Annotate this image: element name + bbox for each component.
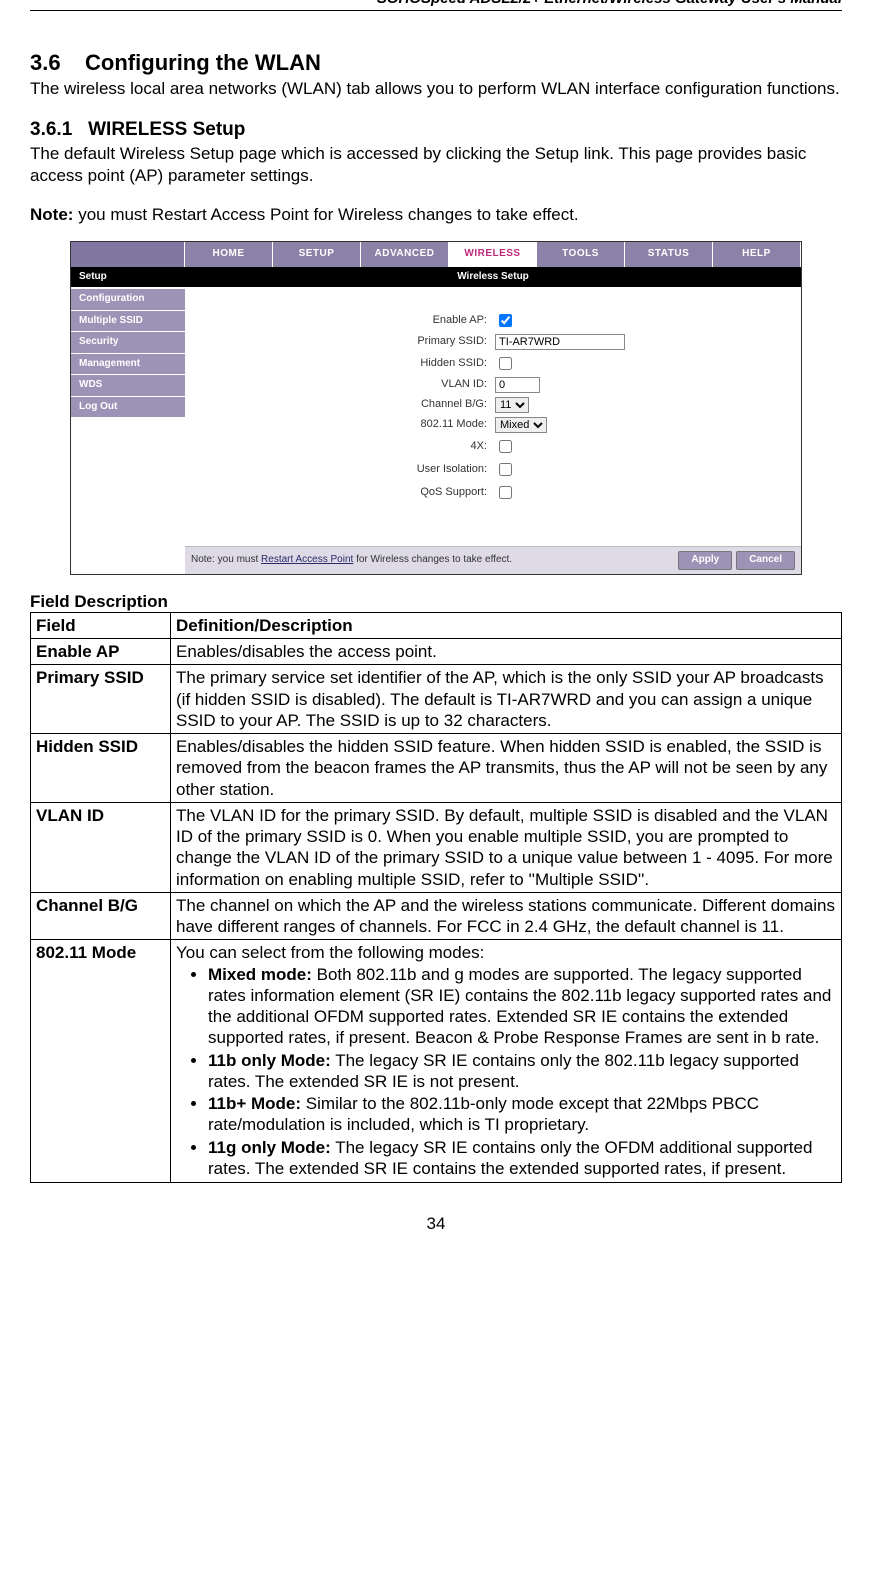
tab-home[interactable]: HOME: [185, 242, 273, 267]
cell-field: Enable AP: [31, 639, 171, 665]
table-row: Enable APEnables/disables the access poi…: [31, 639, 842, 665]
tab-tools[interactable]: TOOLS: [537, 242, 625, 267]
sidebar-header: Setup: [71, 267, 185, 288]
mode-select[interactable]: Mixed: [495, 417, 547, 433]
mode-title: Mixed mode:: [208, 965, 312, 984]
footer-note-prefix: Note: you must: [191, 554, 261, 565]
table-header-definition: Definition/Description: [171, 612, 842, 638]
mode-title: 11b+ Mode:: [208, 1094, 301, 1113]
hidden-ssid-checkbox[interactable]: [499, 357, 512, 370]
tab-spacer: [71, 242, 185, 267]
section-title: Configuring the WLAN: [85, 50, 321, 75]
sidebar-item-management[interactable]: Management: [71, 354, 185, 375]
table-header-field: Field: [31, 612, 171, 638]
channel-label: Channel B/G:: [195, 398, 495, 412]
cell-def: The VLAN ID for the primary SSID. By def…: [171, 802, 842, 892]
vlan-id-label: VLAN ID:: [195, 378, 495, 392]
table-row: VLAN IDThe VLAN ID for the primary SSID.…: [31, 802, 842, 892]
qos-label: QoS Support:: [195, 486, 495, 500]
apply-button[interactable]: Apply: [678, 551, 732, 570]
main-pane-title: Wireless Setup: [185, 267, 801, 288]
note-text: you must Restart Access Point for Wirele…: [78, 205, 578, 224]
footer-note-suffix: for Wireless changes to take effect.: [353, 554, 512, 565]
cell-def: The channel on which the AP and the wire…: [171, 892, 842, 940]
cell-def: You can select from the following modes:…: [171, 940, 842, 1183]
cell-def: Enables/disables the hidden SSID feature…: [171, 734, 842, 803]
table-row: Channel B/GThe channel on which the AP a…: [31, 892, 842, 940]
tab-setup[interactable]: SETUP: [273, 242, 361, 267]
mode-item: Mixed mode: Both 802.11b and g modes are…: [208, 964, 836, 1049]
qos-checkbox[interactable]: [499, 486, 512, 499]
table-row: Hidden SSIDEnables/disables the hidden S…: [31, 734, 842, 803]
cell-field: Hidden SSID: [31, 734, 171, 803]
primary-ssid-label: Primary SSID:: [195, 335, 495, 349]
main-pane: Wireless Setup Enable AP: Primary SSID: …: [185, 267, 801, 574]
enable-ap-label: Enable AP:: [195, 314, 495, 328]
cell-def: The primary service set identifier of th…: [171, 665, 842, 734]
cell-def: Enables/disables the access point.: [171, 639, 842, 665]
mode-item: 11g only Mode: The legacy SR IE contains…: [208, 1137, 836, 1180]
cell-field: 802.11 Mode: [31, 940, 171, 1183]
cell-field: VLAN ID: [31, 802, 171, 892]
mode-title: 11g only Mode:: [208, 1138, 331, 1157]
wireless-setup-screenshot: HOME SETUP ADVANCED WIRELESS TOOLS STATU…: [70, 241, 802, 575]
subsection-intro: The default Wireless Setup page which is…: [30, 143, 842, 186]
mode-item: 11b+ Mode: Similar to the 802.11b-only m…: [208, 1093, 836, 1136]
mode-title: 11b only Mode:: [208, 1051, 331, 1070]
tab-advanced[interactable]: ADVANCED: [361, 242, 449, 267]
sidebar-item-security[interactable]: Security: [71, 332, 185, 353]
section-heading: 3.6 Configuring the WLAN: [30, 49, 842, 77]
restart-access-point-link[interactable]: Restart Access Point: [261, 554, 353, 565]
subsection-heading: 3.6.1 WIRELESS Setup: [30, 118, 842, 142]
table-row: 802.11 Mode You can select from the foll…: [31, 940, 842, 1183]
sidebar: Setup Configuration Multiple SSID Securi…: [71, 267, 185, 574]
fourx-label: 4X:: [195, 440, 495, 454]
vlan-id-input[interactable]: [495, 377, 540, 393]
top-tab-bar: HOME SETUP ADVANCED WIRELESS TOOLS STATU…: [71, 242, 801, 267]
form-area: Enable AP: Primary SSID: Hidden SSID: VL…: [185, 287, 801, 546]
field-description-table: Field Definition/Description Enable APEn…: [30, 612, 842, 1183]
note-line: Note: you must Restart Access Point for …: [30, 204, 842, 225]
mode-intro: You can select from the following modes:: [176, 943, 484, 962]
note-label: Note:: [30, 205, 73, 224]
sidebar-item-logout[interactable]: Log Out: [71, 397, 185, 418]
tab-wireless[interactable]: WIRELESS: [449, 242, 537, 267]
fourx-checkbox[interactable]: [499, 440, 512, 453]
user-isolation-label: User Isolation:: [195, 463, 495, 477]
sidebar-item-wds[interactable]: WDS: [71, 375, 185, 396]
running-header: SOHOSpeed ADSL2/2+ Ethernet/Wireless Gat…: [30, 0, 842, 9]
user-isolation-checkbox[interactable]: [499, 463, 512, 476]
mode-list: Mixed mode: Both 802.11b and g modes are…: [176, 964, 836, 1180]
sidebar-item-multiple-ssid[interactable]: Multiple SSID: [71, 311, 185, 332]
section-number: 3.6: [30, 50, 61, 75]
mode-label: 802.11 Mode:: [195, 418, 495, 432]
subsection-title: WIRELESS Setup: [88, 119, 245, 140]
tab-status[interactable]: STATUS: [625, 242, 713, 267]
enable-ap-checkbox[interactable]: [499, 314, 512, 327]
subsection-number: 3.6.1: [30, 119, 72, 140]
cell-field: Channel B/G: [31, 892, 171, 940]
cell-field: Primary SSID: [31, 665, 171, 734]
tab-help[interactable]: HELP: [713, 242, 801, 267]
hidden-ssid-label: Hidden SSID:: [195, 357, 495, 371]
channel-select[interactable]: 11: [495, 397, 529, 413]
table-row: Primary SSIDThe primary service set iden…: [31, 665, 842, 734]
cancel-button[interactable]: Cancel: [736, 551, 795, 570]
section-intro: The wireless local area networks (WLAN) …: [30, 78, 842, 99]
field-description-heading: Field Description: [30, 591, 842, 612]
page-number: 34: [30, 1213, 842, 1234]
sidebar-item-configuration[interactable]: Configuration: [71, 289, 185, 310]
footer-bar: Note: you must Restart Access Point for …: [185, 546, 801, 574]
primary-ssid-input[interactable]: [495, 334, 625, 350]
mode-item: 11b only Mode: The legacy SR IE contains…: [208, 1050, 836, 1093]
